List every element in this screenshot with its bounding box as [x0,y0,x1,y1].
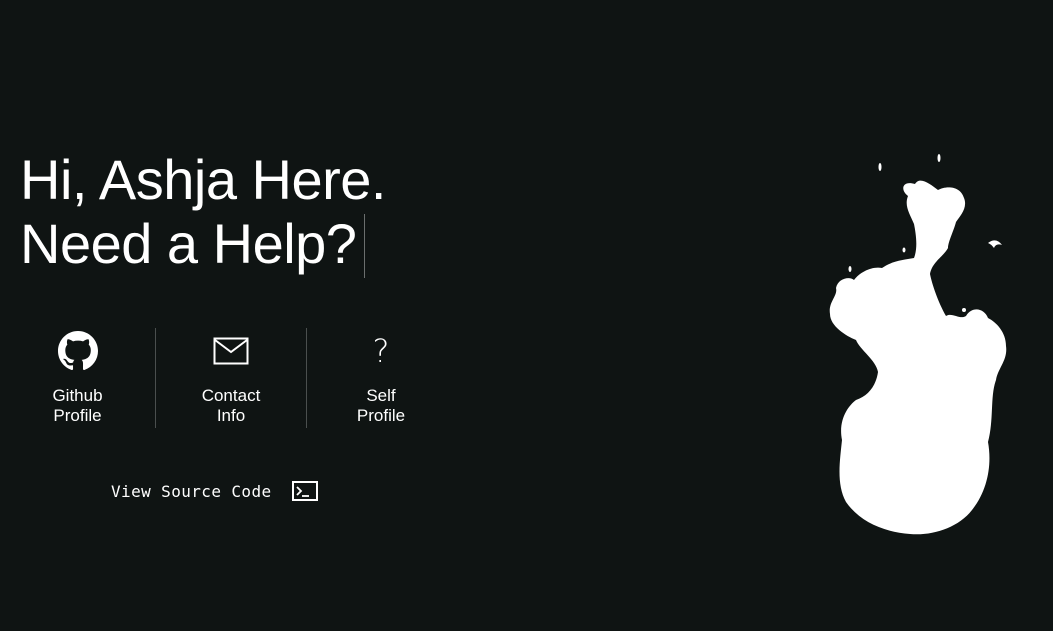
github-label-line1: Github [52,386,103,405]
hero-heading: Hi, Ashja Here. Need a Help? [20,148,387,278]
question-icon: ? [373,329,390,373]
mail-icon [213,329,249,373]
contact-info-link[interactable]: Contact Info [155,328,307,428]
contact-label-line1: Contact [201,386,261,405]
self-label-line1: Self [366,386,396,405]
github-profile-label: Github Profile [38,386,118,426]
github-profile-link[interactable]: Github Profile [0,328,155,428]
landing-page: Hi, Ashja Here. Need a Help? Github Prof… [0,0,1053,631]
typing-cursor [364,214,366,278]
github-label-line2: Profile [53,406,102,425]
hero-line-question: Need a Help? [20,212,386,278]
profile-links: Github Profile Contact Info ? Self Profi… [0,328,455,428]
question-glyph: ? [372,332,390,370]
terminal-icon [291,481,318,501]
self-label-line2: Profile [356,406,406,425]
self-profile-label: Self Profile [341,386,421,426]
contact-label-line2: Info [216,406,246,425]
view-source-label: View Source Code [111,481,272,501]
contact-info-label: Contact Info [191,386,271,426]
view-source-code-link[interactable]: View Source Code [111,481,318,501]
github-icon [57,329,98,373]
hero-question-text: Need a Help? [20,212,357,275]
self-profile-link[interactable]: ? Self Profile [307,328,455,428]
ink-blob-illustration [820,150,1020,545]
hero-line-greeting: Hi, Ashja Here. [20,148,387,211]
